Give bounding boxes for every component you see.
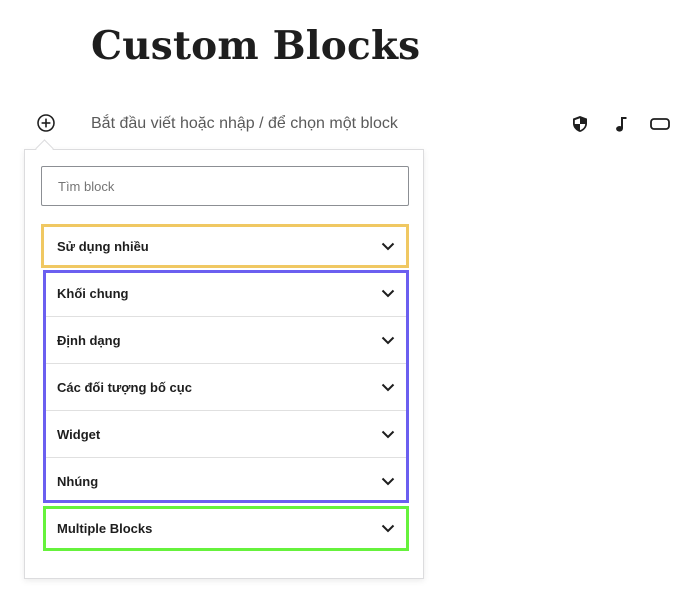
button-icon [649,117,671,131]
panel-label: Widget [57,427,101,442]
panel-label: Nhúng [57,474,99,489]
plus-circle-icon [35,112,57,134]
panel-label: Sử dụng nhiều [57,239,149,254]
panel-most-used[interactable]: Sử dụng nhiều [25,223,425,270]
quick-insert-shield-button[interactable] [569,113,591,135]
block-placeholder[interactable]: Bắt đầu viết hoặc nhập / để chọn một blo… [91,114,398,134]
panel-layout-elements[interactable]: Các đối tượng bố cục [25,364,425,411]
chevron-down-icon [381,336,395,345]
page-title: Custom Blocks [91,23,421,69]
block-inserter-popover: Sử dụng nhiều Khối chung Định dạng Các đ… [24,149,424,579]
panel-label: Các đối tượng bố cục [57,380,192,395]
panel-multiple-blocks[interactable]: Multiple Blocks [25,505,425,552]
panel-common-blocks[interactable]: Khối chung [25,270,425,317]
panel-formatting[interactable]: Định dạng [25,317,425,364]
shield-icon [569,115,591,133]
chevron-down-icon [381,477,395,486]
chevron-down-icon [381,430,395,439]
chevron-down-icon [381,524,395,533]
panel-label: Multiple Blocks [57,521,153,536]
chevron-down-icon [381,289,395,298]
block-search-input[interactable] [41,166,409,206]
panel-label: Khối chung [57,286,129,301]
quick-insert-audio-button[interactable] [609,113,631,135]
panel-widgets[interactable]: Widget [25,411,425,458]
panel-label: Định dạng [57,333,121,348]
panel-embeds[interactable]: Nhúng [25,458,425,505]
music-note-icon [609,115,631,133]
add-block-button[interactable] [35,112,57,134]
chevron-down-icon [381,242,395,251]
chevron-down-icon [381,383,395,392]
quick-insert-button-block[interactable] [649,113,671,135]
